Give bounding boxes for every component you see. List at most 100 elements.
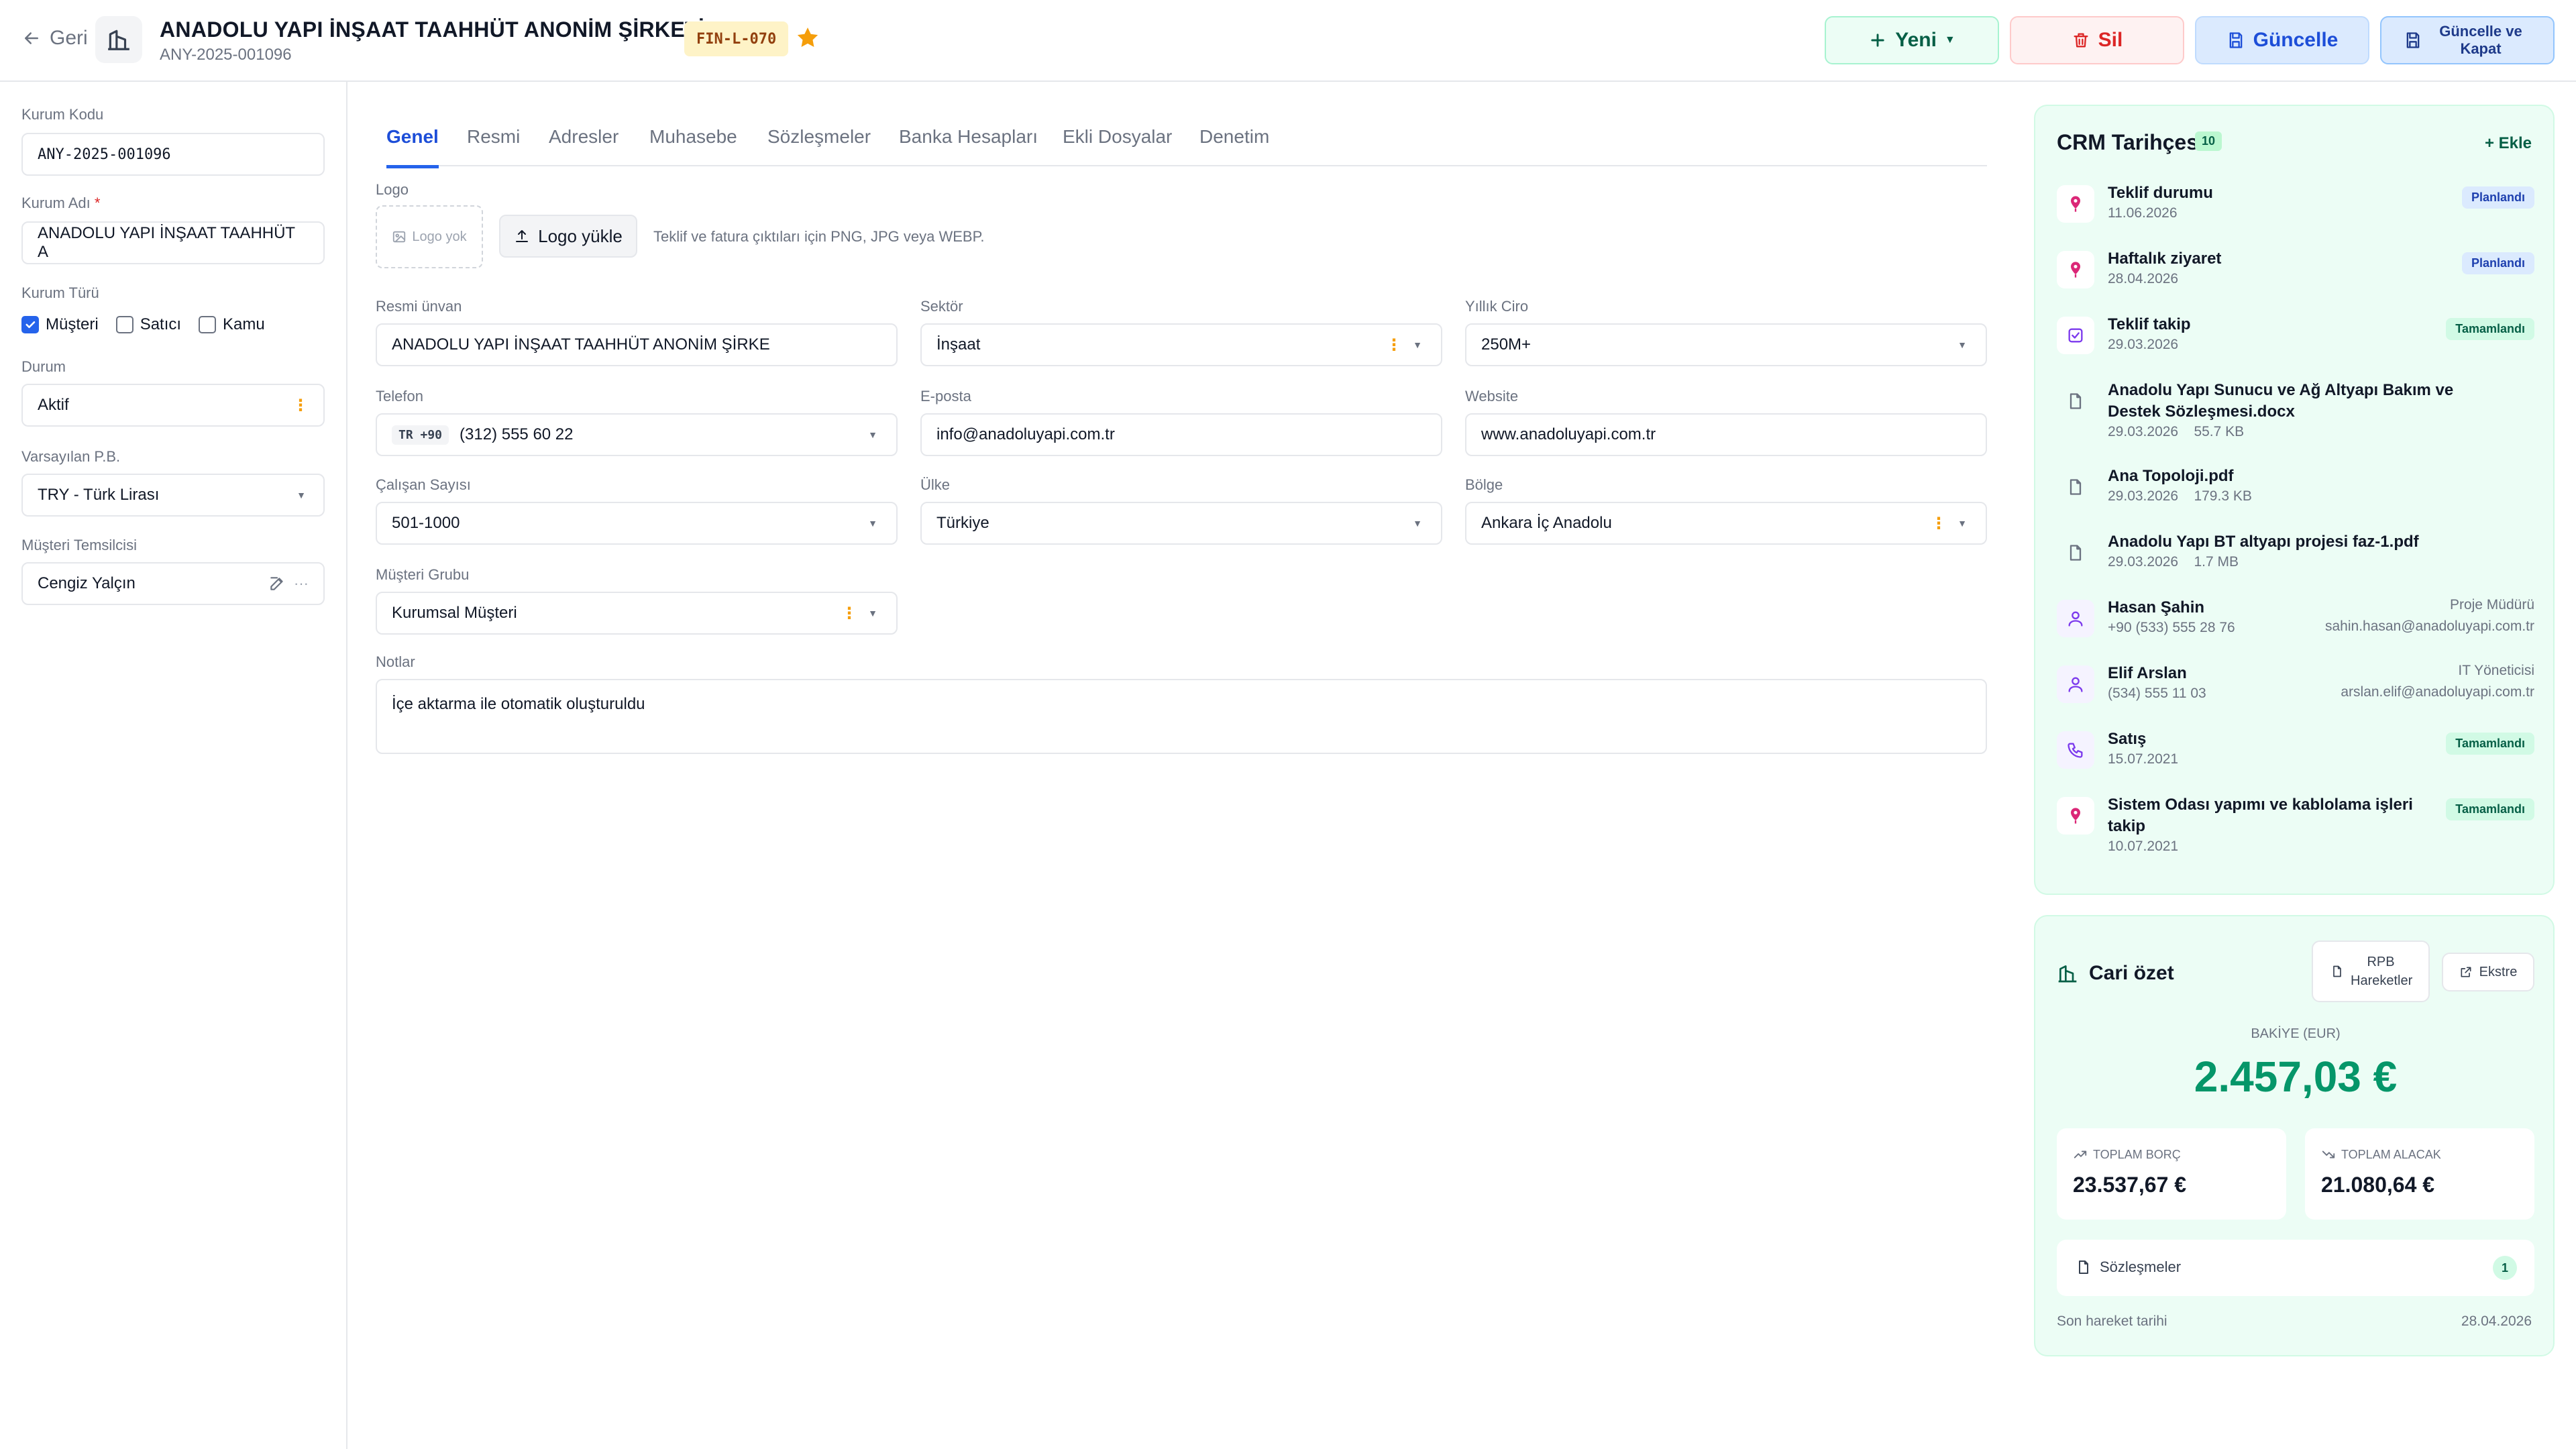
checkbox[interactable] (199, 316, 217, 333)
checkbox[interactable] (115, 316, 133, 333)
rep-field[interactable]: Cengiz Yalçın ··· (21, 562, 325, 605)
user-icon (2057, 665, 2094, 703)
save-icon (2406, 32, 2420, 48)
email-label: E-posta (920, 388, 971, 405)
checkbox-checked[interactable] (21, 316, 39, 333)
region-value: Ankara İç Anadolu (1481, 514, 1612, 532)
crm-item-title: Elif Arslan (2108, 664, 2187, 682)
contracts-row[interactable]: Sözleşmeler 1 (2057, 1240, 2534, 1296)
update-close-button-label: Güncelle ve Kapat (2439, 23, 2522, 57)
website-field[interactable]: www.anadoluyapi.com.tr (1465, 413, 1987, 456)
tab-genel[interactable]: Genel (386, 126, 439, 168)
country-select[interactable]: Türkiye ▼ (920, 502, 1442, 545)
crm-item-date: 29.03.2026 (2108, 337, 2179, 352)
tab-ekli-dosyalar[interactable]: Ekli Dosyalar (1063, 126, 1172, 165)
crm-add-button[interactable]: + Ekle (2485, 134, 2532, 153)
chevron-down-icon: ▼ (1413, 339, 1422, 350)
update-button-label: Güncelle (2253, 29, 2339, 51)
new-button[interactable]: Yeni ▼ (1825, 16, 1999, 64)
user-icon (2057, 600, 2094, 637)
crm-item-title: Haftalık ziyaret (2108, 250, 2222, 268)
crm-item-title: Teklif takip (2108, 315, 2191, 333)
status-value: Aktif (38, 396, 69, 414)
crm-item-meta: 29.03.2026 55.7 KB (2108, 424, 2245, 439)
back-button[interactable]: Geri (21, 27, 88, 50)
logo-upload-button[interactable]: Logo yükle (499, 215, 637, 258)
more-horizontal-icon[interactable]: ··· (294, 575, 309, 592)
email-field[interactable]: info@anadoluyapi.com.tr (920, 413, 1442, 456)
more-vertical-icon[interactable]: ⋮ (841, 604, 857, 623)
more-vertical-icon[interactable]: ⋮ (292, 396, 309, 415)
currency-label: Varsayılan P.B. (21, 448, 121, 465)
chevron-down-icon: ▼ (297, 490, 306, 500)
org-type-customer[interactable]: Müşteri (21, 315, 99, 334)
more-vertical-icon[interactable]: ⋮ (1386, 335, 1402, 355)
tab-sozlesmeler[interactable]: Sözleşmeler (767, 126, 871, 165)
trending-up-icon (2074, 1150, 2087, 1159)
tab-muhasebe[interactable]: Muhasebe (649, 126, 737, 165)
contact-email[interactable]: sahin.hasan@anadoluyapi.com.tr (2325, 619, 2534, 635)
chevron-down-icon: ▼ (1413, 518, 1422, 529)
tab-adresler[interactable]: Adresler (549, 126, 619, 165)
total-debt-card: TOPLAM BORÇ 23.537,67 € (2057, 1128, 2286, 1220)
check-icon (25, 321, 36, 329)
region-label: Bölge (1465, 476, 1503, 493)
update-button[interactable]: Güncelle (2195, 16, 2369, 64)
logo-hint: Teklif ve fatura çıktıları için PNG, JPG… (653, 228, 985, 245)
arrow-left-icon (25, 32, 38, 44)
website-label: Website (1465, 388, 1519, 405)
file-icon (2057, 382, 2094, 420)
region-select[interactable]: Ankara İç Anadolu ⋮ ▼ (1465, 502, 1987, 545)
employees-select[interactable]: 501-1000 ▼ (376, 502, 898, 545)
sector-select[interactable]: İnşaat ⋮ ▼ (920, 323, 1442, 366)
org-type-public[interactable]: Kamu (199, 315, 265, 334)
tab-resmi[interactable]: Resmi (467, 126, 520, 165)
currency-value: TRY - Türk Lirası (38, 486, 160, 504)
org-type-vendor[interactable]: Satıcı (115, 315, 182, 334)
file-icon (2079, 1260, 2088, 1274)
tab-banka-hesaplari[interactable]: Banka Hesapları (899, 126, 1038, 165)
account-summary-panel: Cari özet RPB Hareketler Ekstre BAKİYE (… (2034, 915, 2555, 1356)
org-code-field[interactable]: ANY-2025-001096 (21, 133, 325, 176)
crm-item-date: 10.07.2021 (2108, 839, 2179, 854)
logo-placeholder: Logo yok (376, 205, 483, 268)
currency-select[interactable]: TRY - Türk Lirası ▼ (21, 474, 325, 517)
org-name-field[interactable]: ANADOLU YAPI İNŞAAT TAAHHÜT A (21, 221, 325, 264)
contact-email[interactable]: arslan.elif@anadoluyapi.com.tr (2341, 684, 2534, 700)
notes-label: Notlar (376, 653, 415, 670)
crm-item[interactable]: Sistem Odası yapımı ve kablolama işleri … (2057, 794, 2534, 857)
total-credit-value: 21.080,64 € (2321, 1173, 2435, 1197)
more-vertical-icon[interactable]: ⋮ (1931, 514, 1947, 533)
legal-name-field[interactable]: ANADOLU YAPI İNŞAAT TAAHHÜT ANONİM ŞİRKE (376, 323, 898, 366)
update-close-button[interactable]: Güncelle ve Kapat (2380, 16, 2555, 64)
total-credit-label-row: TOPLAM ALACAK (2321, 1147, 2441, 1162)
contact-role: IT Yöneticisi (2458, 663, 2534, 678)
status-badge: Tamamlandı (2446, 318, 2534, 340)
crm-item-title: Hasan Şahin (2108, 598, 2205, 616)
building-icon (2058, 965, 2077, 983)
rpb-movements-button[interactable]: RPB Hareketler (2312, 941, 2430, 1002)
plus-icon (1871, 34, 1884, 47)
crm-item-phone: +90 (533) 555 28 76 (2108, 620, 2235, 635)
tab-denetim[interactable]: Denetim (1199, 126, 1269, 165)
customer-group-select[interactable]: Kurumsal Müşteri ⋮ ▼ (376, 592, 898, 635)
country-code-chip[interactable]: TR +90 (392, 425, 449, 445)
favorite-star-icon[interactable] (796, 25, 820, 50)
main-content: Genel Resmi Adresler Muhasebe Sözleşmele… (349, 82, 2012, 1449)
statement-button[interactable]: Ekstre (2442, 953, 2534, 991)
crm-item[interactable]: Anadolu Yapı Sunucu ve Ağ Altyapı Bakım … (2057, 380, 2534, 443)
last-movement-date: 28.04.2026 (2461, 1313, 2532, 1329)
tab-bar: Genel Resmi Adresler Muhasebe Sözleşmele… (386, 111, 1987, 168)
phone-field[interactable]: TR +90 (312) 555 60 22 ▼ (376, 413, 898, 456)
crm-item-date: 28.04.2026 (2108, 271, 2179, 286)
delete-button[interactable]: Sil (2010, 16, 2184, 64)
org-type-option-label: Satıcı (140, 315, 182, 333)
status-select[interactable]: Aktif ⋮ (21, 384, 325, 427)
balance-label: BAKİYE (EUR) (2251, 1026, 2341, 1041)
crm-item-title: Sistem Odası yapımı ve kablolama işleri … (2108, 796, 2413, 835)
edit-icon[interactable] (268, 575, 286, 592)
revenue-select[interactable]: 250M+ ▼ (1465, 323, 1987, 366)
page-subtitle: ANY-2025-001096 (160, 46, 292, 64)
chevron-down-icon: ▼ (868, 608, 877, 619)
notes-textarea[interactable]: İçe aktarma ile otomatik oluşturuldu (376, 679, 1987, 754)
